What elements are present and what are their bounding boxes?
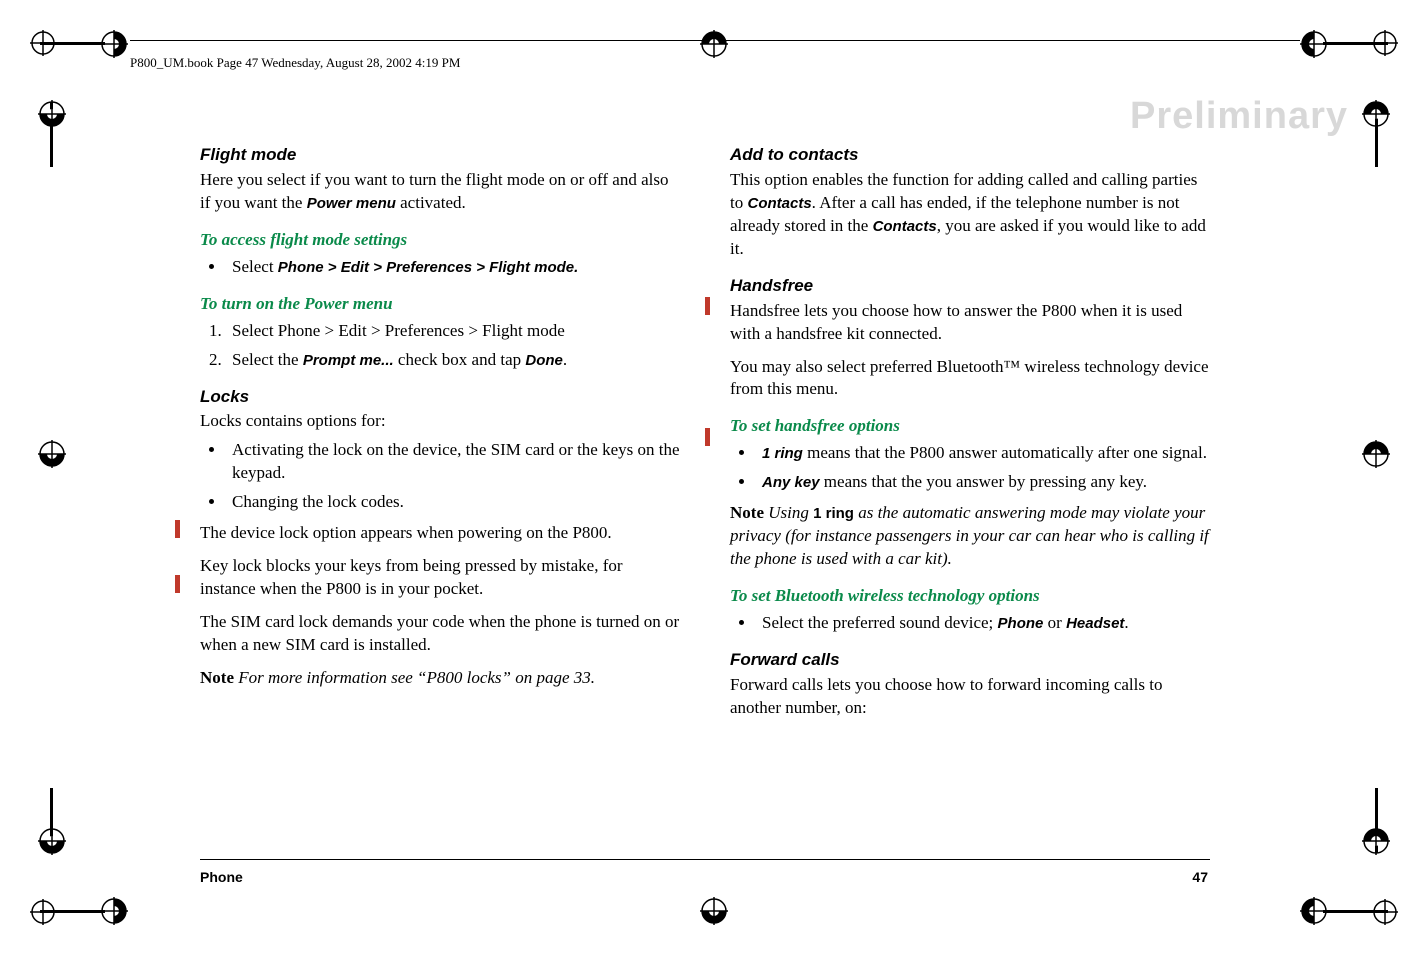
section-heading-flight-mode: Flight mode: [200, 144, 680, 167]
subheading: To turn on the Power menu: [200, 293, 680, 316]
registration-mark-icon: [1362, 827, 1390, 855]
ui-label-contacts: Contacts: [747, 195, 811, 212]
left-column: Flight mode Here you select if you want …: [200, 142, 680, 730]
crop-mark-icon: [1372, 30, 1398, 56]
text: Select the: [232, 350, 303, 369]
text: activated.: [396, 193, 466, 212]
numbered-list: Select Phone > Edit > Preferences > Flig…: [200, 320, 680, 372]
ui-label-contacts: Contacts: [873, 218, 937, 235]
ui-label-1-ring: 1 ring: [813, 505, 854, 522]
list-item: Select the Prompt me... check box and ta…: [226, 349, 680, 372]
list-item: Select the preferred sound device; Phone…: [756, 612, 1210, 635]
registration-mark-icon: [1300, 897, 1328, 925]
crop-mark-icon: [30, 30, 56, 56]
registration-mark-icon: [1300, 30, 1328, 58]
section-heading-locks: Locks: [200, 386, 680, 409]
registration-mark-icon: [100, 30, 128, 58]
registration-mark-icon: [1362, 440, 1390, 468]
paragraph: Handsfree lets you choose how to answer …: [730, 300, 1210, 346]
footer-section: Phone: [200, 869, 243, 885]
header-filepath: P800_UM.book Page 47 Wednesday, August 2…: [130, 55, 460, 71]
list-item: Select Phone > Edit > Preferences > Flig…: [226, 256, 680, 279]
footer-rule: [200, 859, 1210, 860]
changebar: [175, 520, 180, 538]
note-text-a: Using: [764, 503, 813, 522]
subheading: To set Bluetooth wireless technology opt…: [730, 585, 1210, 608]
ui-label-power-menu: Power menu: [307, 195, 396, 212]
changebar: [175, 575, 180, 593]
bullet-list: Select Phone > Edit > Preferences > Flig…: [200, 256, 680, 279]
subheading: To access flight mode settings: [200, 229, 680, 252]
list-item: Activating the lock on the device, the S…: [226, 439, 680, 485]
list-item: 1 ring means that the P800 answer automa…: [756, 442, 1210, 465]
paragraph: The SIM card lock demands your code when…: [200, 611, 680, 657]
paragraph: The device lock option appears when powe…: [200, 522, 680, 545]
section-heading-handsfree: Handsfree: [730, 275, 1210, 298]
paragraph: Here you select if you want to turn the …: [200, 169, 680, 215]
paragraph: Forward calls lets you choose how to for…: [730, 674, 1210, 720]
list-item: Select Phone > Edit > Preferences > Flig…: [226, 320, 680, 343]
crop-mark-icon: [30, 899, 56, 925]
paragraph: Locks contains options for:: [200, 410, 680, 433]
text: Select: [232, 257, 278, 276]
registration-mark-icon: [38, 100, 66, 128]
bullet-list: Select the preferred sound device; Phone…: [730, 612, 1210, 635]
text: .: [563, 350, 567, 369]
registration-mark-icon: [38, 440, 66, 468]
note: Note Using 1 ring as the automatic answe…: [730, 502, 1210, 571]
bullet-list: Activating the lock on the device, the S…: [200, 439, 680, 514]
right-column: Add to contacts This option enables the …: [730, 142, 1210, 730]
registration-mark-icon: [38, 827, 66, 855]
footer-page-number: 47: [1192, 869, 1208, 885]
ui-label-done: Done: [525, 352, 563, 369]
note-lead: Note: [200, 668, 234, 687]
text: or: [1043, 613, 1066, 632]
ui-label-prompt-me: Prompt me...: [303, 352, 394, 369]
note-text: For more information see “P800 locks” on…: [234, 668, 595, 687]
note: Note For more information see “P800 lock…: [200, 667, 680, 690]
text: means that the P800 answer automatically…: [803, 443, 1207, 462]
subheading: To set handsfree options: [730, 415, 1210, 438]
paragraph: This option enables the function for add…: [730, 169, 1210, 261]
list-item: Any key means that the you answer by pre…: [756, 471, 1210, 494]
content-area: Flight mode Here you select if you want …: [200, 142, 1210, 730]
paragraph: You may also select preferred Bluetooth™…: [730, 356, 1210, 402]
ui-menu-path: Phone > Edit > Preferences > Flight mode…: [278, 259, 579, 276]
watermark-preliminary: Preliminary: [1130, 95, 1348, 138]
registration-mark-icon: [700, 30, 728, 58]
section-heading-forward-calls: Forward calls: [730, 649, 1210, 672]
text: Select the preferred sound device;: [762, 613, 998, 632]
crop-mark-icon: [1372, 899, 1398, 925]
note-lead: Note: [730, 503, 764, 522]
registration-mark-icon: [1362, 100, 1390, 128]
text: check box and tap: [394, 350, 526, 369]
text: Select Phone > Edit > Preferences > Flig…: [232, 321, 565, 340]
ui-label-1-ring: 1 ring: [762, 445, 803, 462]
section-heading-add-to-contacts: Add to contacts: [730, 144, 1210, 167]
paragraph: Key lock blocks your keys from being pre…: [200, 555, 680, 601]
list-item: Changing the lock codes.: [226, 491, 680, 514]
ui-label-headset: Headset: [1066, 615, 1124, 632]
registration-mark-icon: [100, 897, 128, 925]
ui-label-any-key: Any key: [762, 474, 820, 491]
registration-mark-icon: [700, 897, 728, 925]
text: .: [1124, 613, 1128, 632]
bullet-list: 1 ring means that the P800 answer automa…: [730, 442, 1210, 494]
text: means that the you answer by pressing an…: [820, 472, 1147, 491]
ui-label-phone: Phone: [998, 615, 1044, 632]
